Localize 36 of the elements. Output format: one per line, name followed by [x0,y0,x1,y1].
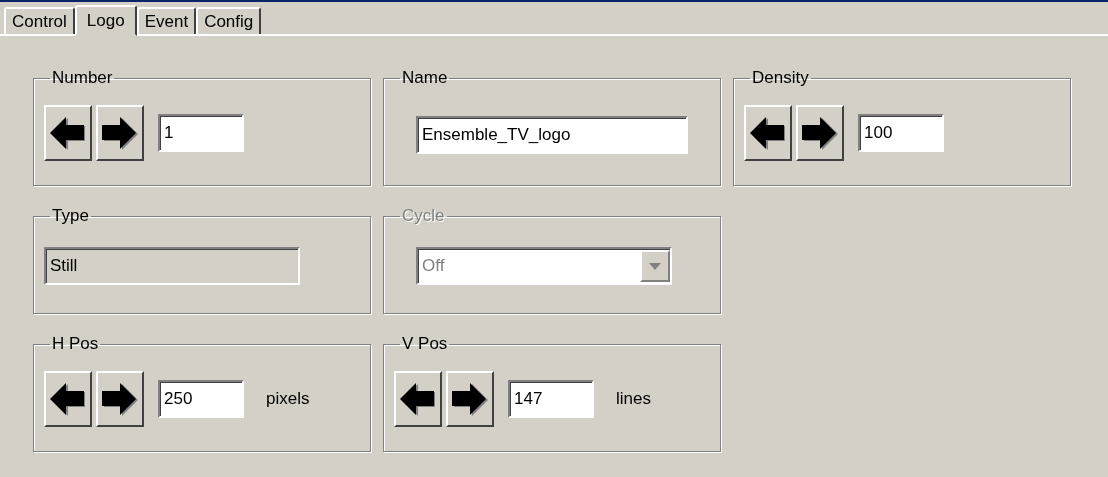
group-label: Name [401,68,449,88]
unit-label: pixels [266,389,310,409]
tab[interactable]: Event [136,7,197,34]
group-label: H Pos [51,334,100,354]
decrease-button[interactable] [44,371,92,427]
decrease-button[interactable] [744,105,792,161]
group-label: V Pos [401,334,449,354]
number-field[interactable]: 147 [508,380,594,418]
increase-button[interactable] [796,105,844,161]
left-arrow-icon [50,382,86,416]
right-arrow-icon [802,116,838,150]
tab[interactable]: Logo [74,5,137,36]
decrease-button[interactable] [394,371,442,427]
dropdown-arrow-icon [649,262,661,270]
increase-button[interactable] [446,371,494,427]
right-arrow-icon [102,382,138,416]
type-field: Still [44,247,300,285]
number-field[interactable]: 1 [158,114,244,152]
increase-button[interactable] [96,371,144,427]
unit-label: lines [616,389,651,409]
group-label: Density [751,68,810,88]
group-label: Cycle [401,206,446,226]
tab[interactable]: Control [4,7,75,34]
right-arrow-icon [102,116,138,150]
right-arrow-icon [452,382,488,416]
left-arrow-icon [50,116,86,150]
left-arrow-icon [750,116,786,150]
name-field[interactable]: Ensemble_TV_logo [416,116,688,154]
tab[interactable]: Config [196,7,262,34]
group-label: Type [51,206,90,226]
number-field[interactable]: 100 [858,114,944,152]
decrease-button[interactable] [44,105,92,161]
left-arrow-icon [400,382,436,416]
increase-button[interactable] [96,105,144,161]
group-label: Number [51,68,114,88]
number-field[interactable]: 250 [158,380,244,418]
